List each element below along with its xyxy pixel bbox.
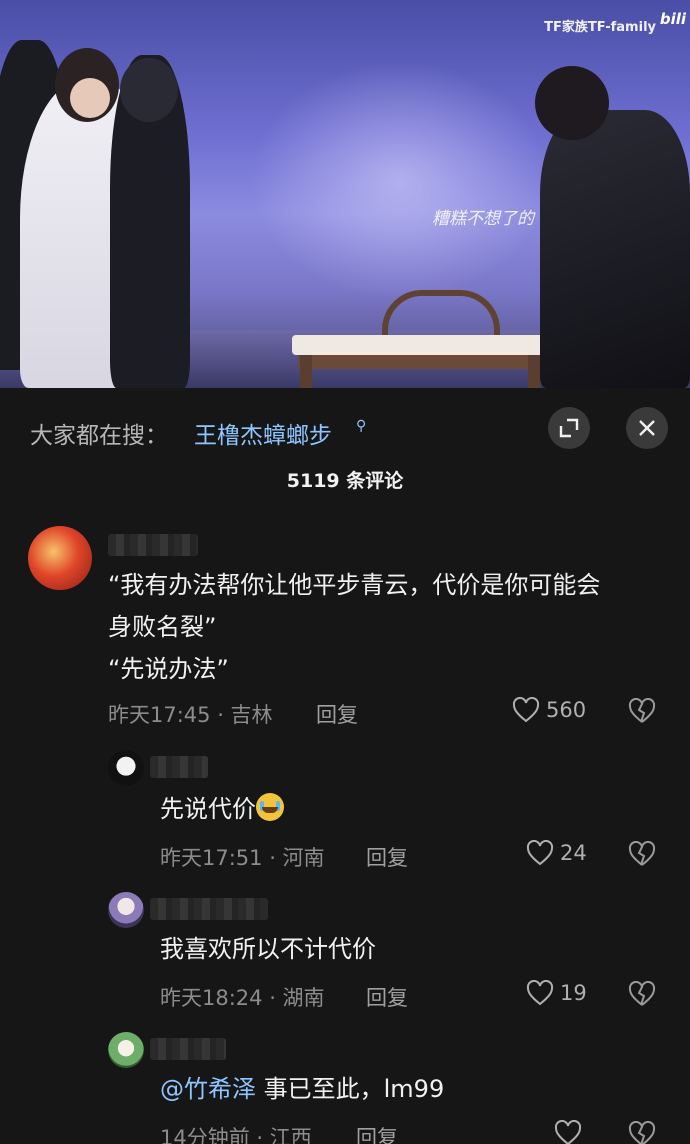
comment-meta: 昨天17:45 · 吉林 (108, 703, 273, 727)
comment-item: @竹希泽 事已至此，lm99 14分钟前 · 江西 回复 (0, 1030, 690, 1144)
broken-heart-icon (628, 1120, 656, 1144)
like-button[interactable]: 560 (512, 697, 586, 723)
avatar[interactable] (108, 892, 144, 928)
comment-text-line: “先说办法” (108, 655, 229, 683)
heart-icon (526, 980, 554, 1006)
like-count: 24 (560, 841, 587, 865)
like-button[interactable]: 19 (526, 980, 587, 1006)
stage-light (250, 60, 550, 300)
comment-text: 先说代价 (160, 788, 284, 831)
broken-heart-icon (628, 840, 656, 866)
performer-cape (540, 110, 690, 388)
comment-item: 先说代价 昨天17:51 · 河南 回复 24 (0, 748, 690, 878)
bilibili-logo: bili (659, 10, 686, 28)
comment-meta: 昨天17:51 · 河南 (160, 846, 325, 870)
comment-count: 5119 条评论 (286, 470, 404, 492)
reply-button[interactable]: 回复 (316, 699, 358, 729)
reply-button[interactable]: 回复 (366, 842, 408, 872)
video-watermark: TF家族TF-family (544, 20, 656, 35)
performer-face (70, 78, 110, 118)
dislike-button[interactable] (628, 980, 656, 1013)
dislike-button[interactable] (628, 697, 656, 730)
video-player[interactable]: 糟糕不想了的 TF家族TF-family bili (0, 0, 690, 388)
search-prefix-label: 大家都在搜： (30, 423, 168, 449)
comment-text: @竹希泽 事已至此，lm99 (160, 1068, 444, 1111)
dislike-button[interactable] (628, 1120, 656, 1144)
heart-icon (526, 840, 554, 866)
comment-text-body: 事已至此，lm99 (256, 1075, 445, 1103)
like-button[interactable]: 24 (526, 840, 587, 866)
username-blurred[interactable] (150, 898, 268, 920)
comment-meta: 昨天18:24 · 湖南 (160, 986, 325, 1010)
close-button[interactable] (626, 407, 668, 449)
reply-button[interactable]: 回复 (366, 982, 408, 1012)
performer-head-right (535, 66, 609, 140)
mention-link[interactable]: @竹希泽 (160, 1075, 256, 1103)
expand-button[interactable] (548, 407, 590, 449)
comment-text-body: 先说代价 (160, 795, 256, 823)
comment-text: 我喜欢所以不计代价 (160, 935, 376, 963)
avatar[interactable] (28, 526, 92, 590)
comment-item: 我喜欢所以不计代价 昨天18:24 · 湖南 回复 19 (0, 890, 690, 1020)
search-icon[interactable]: ⚲ (356, 418, 366, 434)
search-term-link[interactable]: 王橹杰蟑螂步 (194, 416, 332, 450)
expand-icon (559, 418, 579, 438)
avatar[interactable] (108, 1032, 144, 1068)
like-count: 19 (560, 981, 587, 1005)
close-icon (639, 420, 655, 436)
username-blurred[interactable] (108, 534, 198, 556)
comment-meta: 14分钟前 · 江西 (160, 1126, 312, 1144)
performer-mask (120, 58, 178, 122)
trending-search-bar: 大家都在搜： 王橹杰蟑螂步 ⚲ (0, 388, 690, 468)
broken-heart-icon (628, 980, 656, 1006)
reply-button[interactable]: 回复 (356, 1122, 398, 1144)
heart-icon (554, 1120, 582, 1144)
like-button[interactable] (554, 1120, 582, 1144)
avatar[interactable] (108, 750, 144, 786)
video-calligraphy-text: 糟糕不想了的 (432, 209, 534, 229)
comment-item: “我有办法帮你让他平步青云，代价是你可能会 身败名裂” “先说办法” 昨天17:… (0, 526, 690, 736)
username-blurred[interactable] (150, 756, 208, 778)
comment-text-line: “我有办法帮你让他平步青云，代价是你可能会 (108, 571, 601, 599)
comment-text-line: 身败名裂” (108, 613, 217, 641)
stage-table (292, 325, 548, 388)
dislike-button[interactable] (628, 840, 656, 873)
username-blurred[interactable] (150, 1038, 226, 1060)
heart-icon (512, 697, 540, 723)
crying-emoji-icon (256, 793, 284, 821)
like-count: 560 (546, 698, 587, 722)
broken-heart-icon (628, 697, 656, 723)
